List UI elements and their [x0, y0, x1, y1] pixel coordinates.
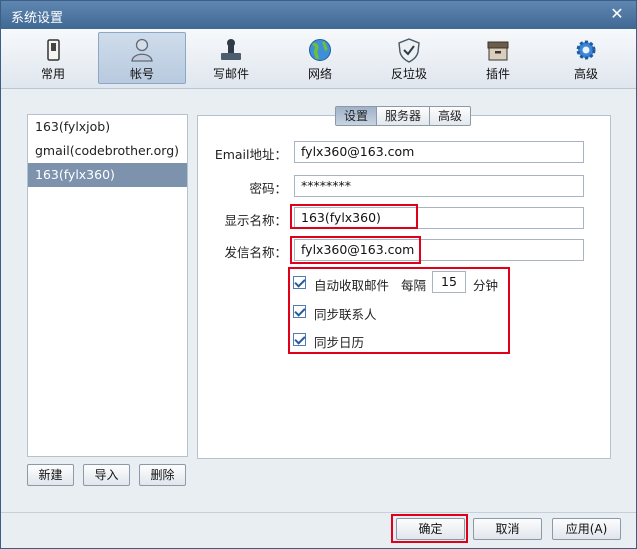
- tab-account[interactable]: 帐号: [98, 32, 186, 84]
- tab-account-label: 帐号: [129, 67, 154, 81]
- email-field[interactable]: fylx360@163.com: [294, 141, 584, 163]
- email-label: Email地址：: [214, 147, 287, 162]
- highlight-box-sender-name: [290, 236, 421, 264]
- cancel-button[interactable]: 取消: [473, 518, 542, 540]
- settings-toolbar: 常用 帐号 写邮件 网络 反垃圾 插件 高级: [1, 29, 636, 89]
- highlight-box-display-name: [290, 204, 418, 229]
- tab-plugins-label: 插件: [485, 67, 510, 81]
- account-item-selected[interactable]: 163(fylx360): [28, 163, 187, 187]
- tab-antispam[interactable]: 反垃圾: [365, 32, 453, 84]
- settings-subtabs: 设置 服务器 高级: [335, 106, 472, 126]
- tab-advanced-label: 高级: [573, 67, 598, 81]
- tab-general[interactable]: 常用: [9, 32, 97, 84]
- account-item[interactable]: 163(fylxjob): [28, 115, 187, 139]
- tab-plugins[interactable]: 插件: [454, 32, 542, 84]
- gear-icon: [576, 40, 596, 60]
- globe-icon: [309, 39, 331, 61]
- sender-name-label: 发信名称：: [224, 245, 287, 260]
- subtab-settings[interactable]: 设置: [336, 107, 378, 125]
- tab-compose-label: 写邮件: [212, 67, 249, 81]
- box-icon: [487, 41, 509, 61]
- account-list[interactable]: 163(fylxjob) gmail(codebrother.org) 163(…: [27, 114, 188, 457]
- subtab-advanced[interactable]: 高级: [430, 107, 470, 125]
- settings-window: 系统设置 ✕ 常用 帐号 写邮件 网络 反垃圾 插件 高级 163(fylxjo…: [0, 0, 637, 549]
- stamp-icon: [221, 39, 241, 60]
- highlight-box-options: [288, 267, 510, 354]
- import-account-button[interactable]: 导入: [83, 464, 130, 486]
- phone-icon: [47, 39, 60, 61]
- account-item[interactable]: gmail(codebrother.org): [28, 139, 187, 163]
- close-icon[interactable]: ✕: [608, 5, 626, 23]
- display-name-label: 显示名称：: [224, 213, 287, 228]
- delete-account-button[interactable]: 删除: [139, 464, 186, 486]
- password-label: 密码：: [249, 181, 287, 196]
- title-bar: 系统设置 ✕: [1, 1, 636, 29]
- highlight-box-ok: [391, 514, 468, 543]
- password-field[interactable]: ********: [294, 175, 584, 197]
- subtab-server[interactable]: 服务器: [377, 107, 431, 125]
- shield-icon: [398, 38, 420, 63]
- tab-network[interactable]: 网络: [276, 32, 364, 84]
- tab-antispam-label: 反垃圾: [390, 67, 427, 81]
- new-account-button[interactable]: 新建: [27, 464, 74, 486]
- tab-network-label: 网络: [307, 67, 332, 81]
- tab-advanced[interactable]: 高级: [542, 32, 630, 84]
- tab-compose[interactable]: 写邮件: [187, 32, 275, 84]
- user-icon: [131, 38, 153, 62]
- apply-button[interactable]: 应用(A): [552, 518, 621, 540]
- window-title: 系统设置: [11, 11, 64, 26]
- tab-general-label: 常用: [40, 67, 65, 81]
